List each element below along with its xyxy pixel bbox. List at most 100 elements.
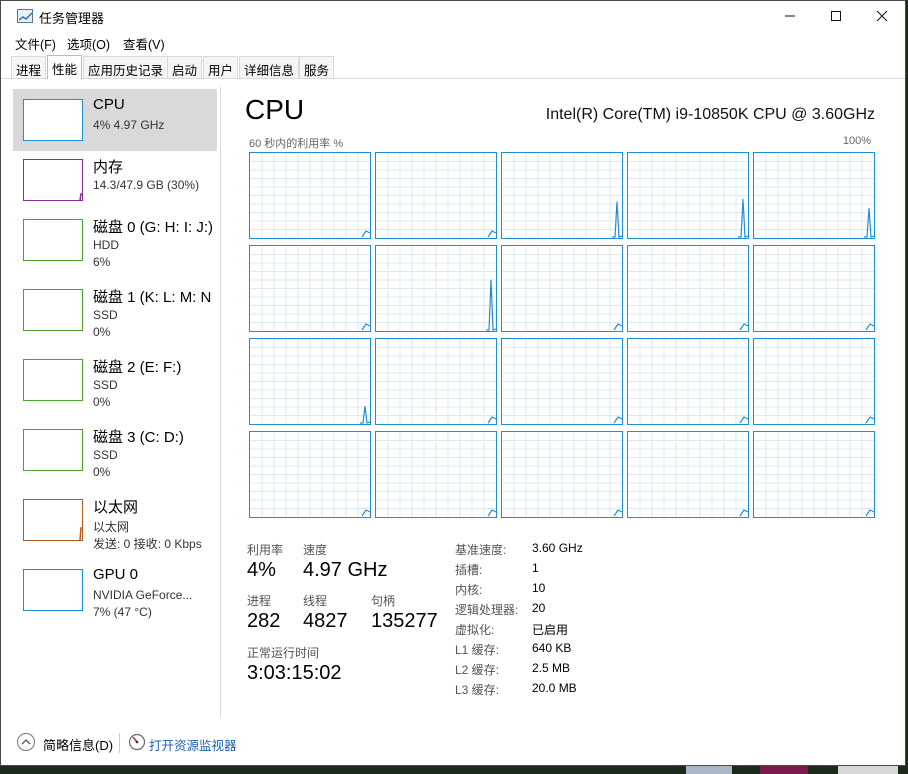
- cores-value: 10: [532, 581, 546, 595]
- sidebar-item-disk-2[interactable]: 磁盘 2 (E: F:) SSD 0%: [13, 349, 217, 411]
- fewer-details-button[interactable]: 简略信息(D): [43, 735, 113, 754]
- sidebar-item-title: GPU 0: [93, 566, 139, 583]
- tab-performance[interactable]: 性能: [47, 55, 83, 79]
- handles-value: 135277: [371, 610, 438, 632]
- sidebar-item-title: 以太网: [93, 499, 139, 516]
- sockets-value: 1: [532, 561, 539, 575]
- processes-value: 282: [247, 610, 281, 632]
- virtualization-value: 已启用: [532, 623, 569, 637]
- desktop-background-fragment: [760, 766, 808, 774]
- logical-processors-label: 逻辑处理器:: [455, 603, 519, 617]
- tab-app-history[interactable]: 应用历史记录: [83, 56, 169, 78]
- threads-label: 线程: [303, 594, 328, 608]
- sidebar-item-detail: 4% 4.97 GHz: [93, 118, 165, 132]
- sidebar-item-type: SSD: [93, 448, 118, 462]
- page-title: CPU: [245, 94, 305, 125]
- chevron-up-icon[interactable]: [17, 733, 35, 751]
- processes-label: 进程: [247, 594, 272, 608]
- graph-max-label: 100%: [842, 135, 871, 147]
- sidebar-item-disk-1[interactable]: 磁盘 1 (K: L: M: N SSD 0%: [13, 279, 217, 341]
- logical-processor-graph: [375, 338, 497, 425]
- logical-processor-graph: [249, 338, 371, 425]
- logical-processor-graph: [753, 431, 875, 518]
- title-bar[interactable]: 任务管理器: [1, 1, 905, 31]
- l2-cache-value: 2.5 MB: [532, 661, 571, 675]
- disk-3-mini-graph: [23, 429, 83, 471]
- logical-processor-graph: [375, 152, 497, 239]
- sidebar-item-title: 磁盘 3 (C: D:): [93, 429, 184, 446]
- tab-processes[interactable]: 进程: [11, 56, 47, 78]
- logical-processor-graphs[interactable]: [249, 152, 875, 518]
- footer: 简略信息(D) 打开资源监视器: [1, 729, 905, 759]
- sidebar-item-detail: 0%: [93, 465, 111, 479]
- tab-services[interactable]: 服务: [299, 56, 335, 78]
- minimize-button[interactable]: [767, 1, 813, 31]
- uptime-value: 3:03:15:02: [247, 662, 342, 684]
- sidebar-item-ethernet[interactable]: 以太网 以太网 发送: 0 接收: 0 Kbps: [13, 489, 217, 551]
- utilization-label: 利用率: [247, 543, 284, 557]
- close-icon: [876, 10, 888, 22]
- logical-processor-graph: [501, 152, 623, 239]
- sidebar-item-cpu[interactable]: CPU 4% 4.97 GHz: [13, 89, 217, 151]
- maximize-icon: [831, 11, 841, 21]
- cpu-model-name: Intel(R) Core(TM) i9-10850K CPU @ 3.60GH…: [545, 106, 875, 123]
- desktop-background-fragment: [686, 766, 732, 774]
- logical-processor-graph: [501, 431, 623, 518]
- task-manager-window: 任务管理器 文件(F) 选项(O) 查看(V) 进程 性能 应用历史记录 启动 …: [0, 0, 906, 766]
- sidebar-item-detail: 发送: 0 接收: 0 Kbps: [93, 537, 202, 551]
- sidebar-item-title: 磁盘 2 (E: F:): [93, 359, 182, 376]
- disk-2-mini-graph: [23, 359, 83, 401]
- open-resource-monitor-link[interactable]: 打开资源监视器: [149, 735, 237, 754]
- handles-label: 句柄: [371, 594, 396, 608]
- sidebar-item-detail: 0%: [93, 395, 111, 409]
- disk-1-mini-graph: [23, 289, 83, 331]
- window-title: 任务管理器: [39, 11, 105, 26]
- menu-file[interactable]: 文件(F): [15, 34, 56, 53]
- sockets-label: 插槽:: [455, 563, 483, 577]
- logical-processor-graph: [753, 245, 875, 332]
- logical-processor-graph: [753, 152, 875, 239]
- resource-monitor-icon[interactable]: [128, 733, 146, 751]
- logical-processor-graph: [627, 245, 749, 332]
- maximize-button[interactable]: [813, 1, 859, 31]
- sidebar-divider: [220, 87, 221, 717]
- resource-sidebar: CPU 4% 4.97 GHz 内存 14.3/47.9 GB (30%) 磁盘…: [11, 87, 221, 717]
- sidebar-item-type: NVIDIA GeForce...: [93, 588, 193, 602]
- tab-users[interactable]: 用户: [203, 56, 239, 78]
- logical-processor-graph: [501, 245, 623, 332]
- tab-bar: 进程 性能 应用历史记录 启动 用户 详细信息 服务: [1, 55, 905, 79]
- sidebar-item-disk-0[interactable]: 磁盘 0 (G: H: I: J:) HDD 6%: [13, 209, 217, 271]
- menu-view[interactable]: 查看(V): [123, 34, 165, 53]
- menu-options[interactable]: 选项(O): [67, 34, 110, 53]
- utilization-value: 4%: [247, 559, 276, 581]
- sidebar-item-gpu-0[interactable]: GPU 0 NVIDIA GeForce... 7% (47 °C): [13, 559, 217, 621]
- tab-startup[interactable]: 启动: [167, 56, 203, 78]
- speed-label: 速度: [303, 543, 328, 557]
- memory-mini-graph: [23, 159, 83, 201]
- close-button[interactable]: [859, 1, 905, 31]
- logical-processor-graph: [249, 245, 371, 332]
- logical-processors-value: 20: [532, 601, 546, 615]
- cores-label: 内核:: [455, 583, 483, 597]
- ethernet-mini-graph: [23, 499, 83, 541]
- sidebar-item-memory[interactable]: 内存 14.3/47.9 GB (30%): [13, 149, 217, 211]
- minimize-icon: [785, 15, 795, 17]
- menu-bar: 文件(F) 选项(O) 查看(V): [1, 31, 905, 53]
- l3-cache-value: 20.0 MB: [532, 681, 577, 695]
- tab-details[interactable]: 详细信息: [239, 56, 300, 78]
- desktop-background-fragment: [838, 766, 898, 774]
- sidebar-item-type: 以太网: [93, 520, 130, 534]
- sidebar-item-type: SSD: [93, 378, 118, 392]
- cpu-mini-graph: [23, 99, 83, 141]
- l1-cache-label: L1 缓存:: [455, 643, 500, 657]
- l1-cache-value: 640 KB: [532, 641, 572, 655]
- l3-cache-label: L3 缓存:: [455, 683, 500, 697]
- logical-processor-graph: [753, 338, 875, 425]
- footer-divider: [119, 733, 120, 753]
- uptime-label: 正常运行时间: [247, 646, 320, 660]
- disk-0-mini-graph: [23, 219, 83, 261]
- sidebar-item-disk-3[interactable]: 磁盘 3 (C: D:) SSD 0%: [13, 419, 217, 481]
- sidebar-item-type: SSD: [93, 308, 118, 322]
- l2-cache-label: L2 缓存:: [455, 663, 500, 677]
- logical-processor-graph: [627, 431, 749, 518]
